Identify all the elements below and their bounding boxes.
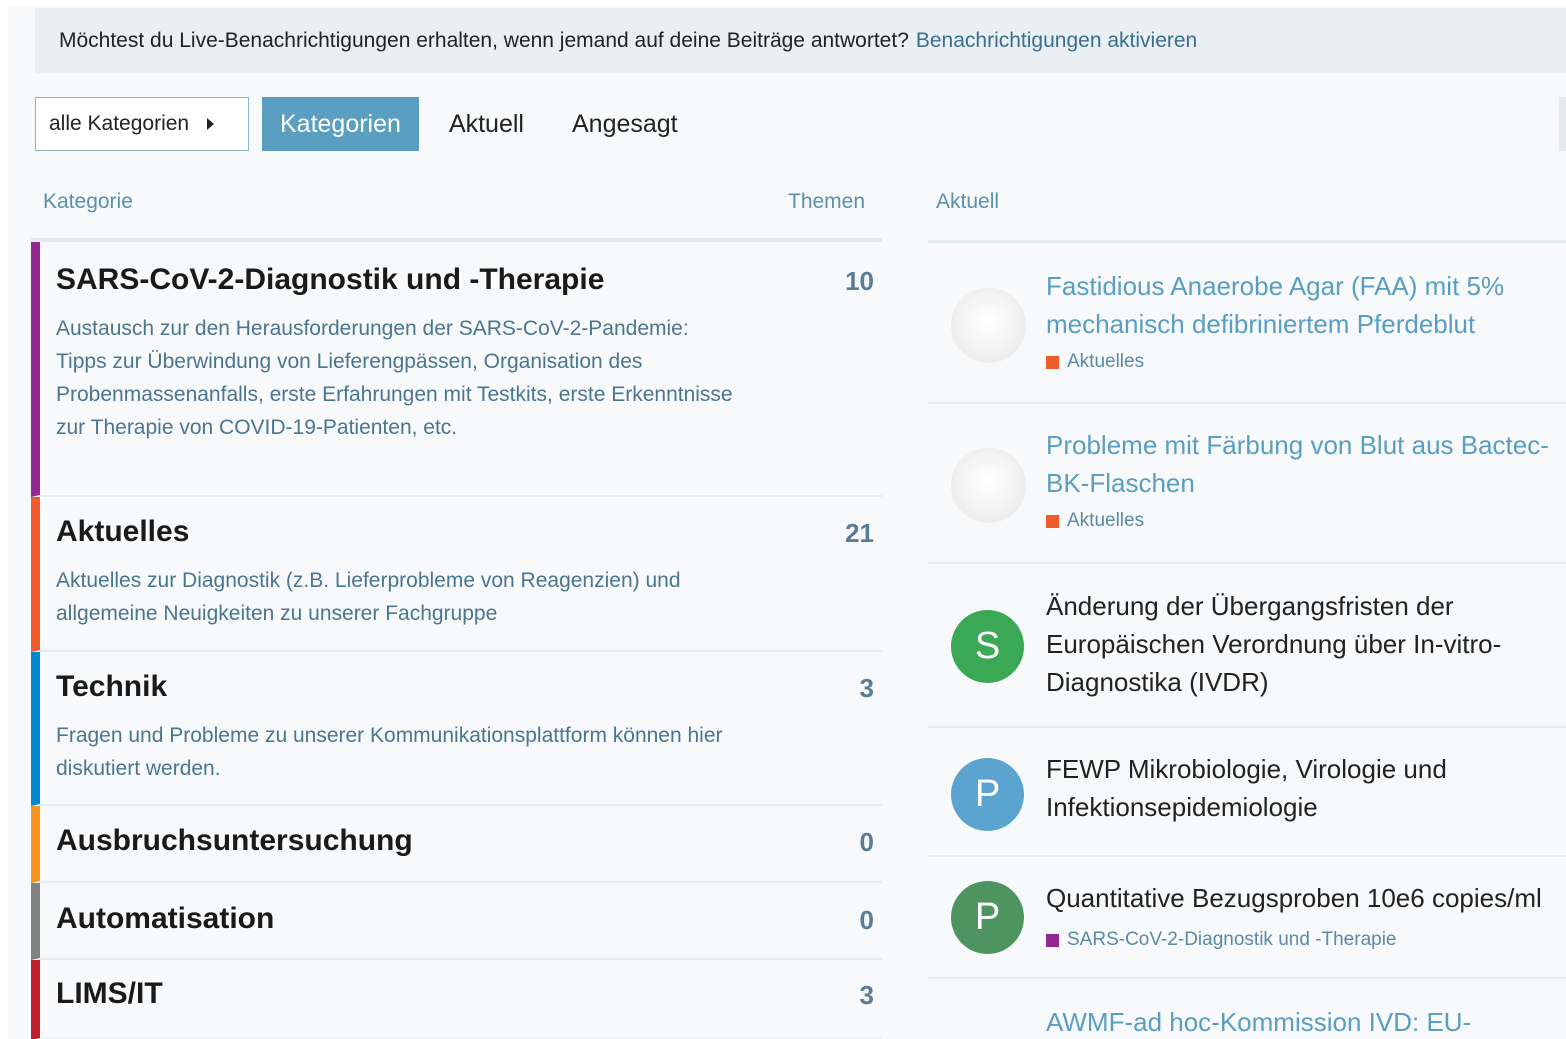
category-name[interactable]: Automatisation <box>56 902 274 936</box>
topic-row[interactable]: S Änderung der Übergangsfristen der Euro… <box>928 564 1566 728</box>
topic-count: 21 <box>845 518 874 548</box>
topic-row[interactable]: P FEWP Mikrobiologie, Virologie und Infe… <box>928 728 1566 857</box>
category-dropdown[interactable]: alle Kategorien <box>35 97 249 151</box>
tab-categories[interactable]: Kategorien <box>262 97 419 151</box>
enable-notifications-link[interactable]: Benachrichtigungen aktivieren <box>916 29 1197 53</box>
topic-category-badge[interactable]: SARS-CoV-2-Diagnostik und -Therapie <box>1046 929 1397 951</box>
topic-row[interactable]: AWMF-ad hoc-Kommission IVD: EU- <box>928 979 1566 1039</box>
category-column-header: Kategorie <box>43 190 133 213</box>
topic-row[interactable]: Fastidious Anaerobe Agar (FAA) mit 5% me… <box>928 243 1566 404</box>
user-avatar[interactable]: P <box>951 758 1024 831</box>
user-avatar[interactable] <box>951 448 1026 523</box>
topic-count: 3 <box>859 673 874 703</box>
category-name[interactable]: SARS-CoV-2-Diagnostik und -Therapie <box>56 263 604 297</box>
user-avatar[interactable]: S <box>951 610 1024 683</box>
topic-title[interactable]: Änderung der Übergangsfristen der Europä… <box>1046 587 1566 701</box>
category-name[interactable]: Technik <box>56 670 167 704</box>
category-dropdown-label: alle Kategorien <box>49 112 190 135</box>
caret-right-icon <box>207 118 215 130</box>
topic-count: 0 <box>859 905 874 935</box>
category-color-swatch <box>1046 355 1059 369</box>
topic-category-name: Aktuelles <box>1067 510 1145 531</box>
category-color-swatch <box>1046 514 1059 528</box>
topic-category-name: SARS-CoV-2-Diagnostik und -Therapie <box>1067 929 1397 950</box>
banner-text: Möchtest du Live-Benachrichtigungen erha… <box>59 28 909 52</box>
latest-column-header: Aktuell <box>936 190 1000 213</box>
topic-category-name: Aktuelles <box>1067 351 1145 372</box>
navigation-bar: alle Kategorien Kategorien Aktuell Anges… <box>35 97 696 151</box>
topic-category-badge[interactable]: Aktuelles <box>1046 351 1144 373</box>
topic-title[interactable]: FEWP Mikrobiologie, Virologie und Infekt… <box>1046 750 1566 826</box>
topics-column-header: Themen <box>788 190 866 213</box>
topic-count: 10 <box>845 266 874 296</box>
topic-title[interactable]: Quantitative Bezugsproben 10e6 copies/ml <box>1046 879 1566 917</box>
topic-row[interactable]: Probleme mit Färbung von Blut aus Bactec… <box>928 404 1566 564</box>
tab-latest[interactable]: Aktuell <box>431 97 542 151</box>
category-name[interactable]: Ausbruchsuntersuchung <box>56 824 413 858</box>
category-row[interactable]: LIMS/IT 3 <box>31 960 882 1039</box>
category-color-swatch <box>1046 933 1059 947</box>
category-row[interactable]: SARS-CoV-2-Diagnostik und -Therapie Aust… <box>31 242 882 497</box>
topic-count: 3 <box>859 980 874 1010</box>
topic-count: 0 <box>859 827 874 857</box>
topic-title[interactable]: Fastidious Anaerobe Agar (FAA) mit 5% me… <box>1046 267 1566 343</box>
topic-row[interactable]: P Quantitative Bezugsproben 10e6 copies/… <box>928 857 1566 979</box>
category-row[interactable]: Automatisation 0 <box>31 883 882 960</box>
tab-top[interactable]: Angesagt <box>554 97 696 151</box>
category-row[interactable]: Aktuelles Aktuelles zur Diagnostik (z.B.… <box>31 497 882 652</box>
topic-title[interactable]: AWMF-ad hoc-Kommission IVD: EU- <box>1046 1003 1566 1039</box>
category-description: Austausch zur den Herausforderungen der … <box>56 317 733 439</box>
user-avatar[interactable]: P <box>951 881 1024 954</box>
category-name[interactable]: Aktuelles <box>56 515 189 549</box>
topic-title[interactable]: Probleme mit Färbung von Blut aus Bactec… <box>1046 426 1566 502</box>
category-row[interactable]: Ausbruchsuntersuchung 0 <box>31 806 882 883</box>
category-description: Fragen und Probleme zu unserer Kommunika… <box>56 724 723 780</box>
notification-banner: Möchtest du Live-Benachrichtigungen erha… <box>35 8 1566 73</box>
category-list: SARS-CoV-2-Diagnostik und -Therapie Aust… <box>31 242 882 1039</box>
user-avatar[interactable] <box>951 288 1026 363</box>
category-description: Aktuelles zur Diagnostik (z.B. Lieferpro… <box>56 569 681 625</box>
category-name[interactable]: LIMS/IT <box>56 977 163 1011</box>
topic-category-badge[interactable]: Aktuelles <box>1046 510 1144 532</box>
category-row[interactable]: Technik Fragen und Probleme zu unserer K… <box>31 652 882 806</box>
nav-right-edge <box>1559 97 1566 151</box>
page: Möchtest du Live-Benachrichtigungen erha… <box>8 6 1566 1039</box>
